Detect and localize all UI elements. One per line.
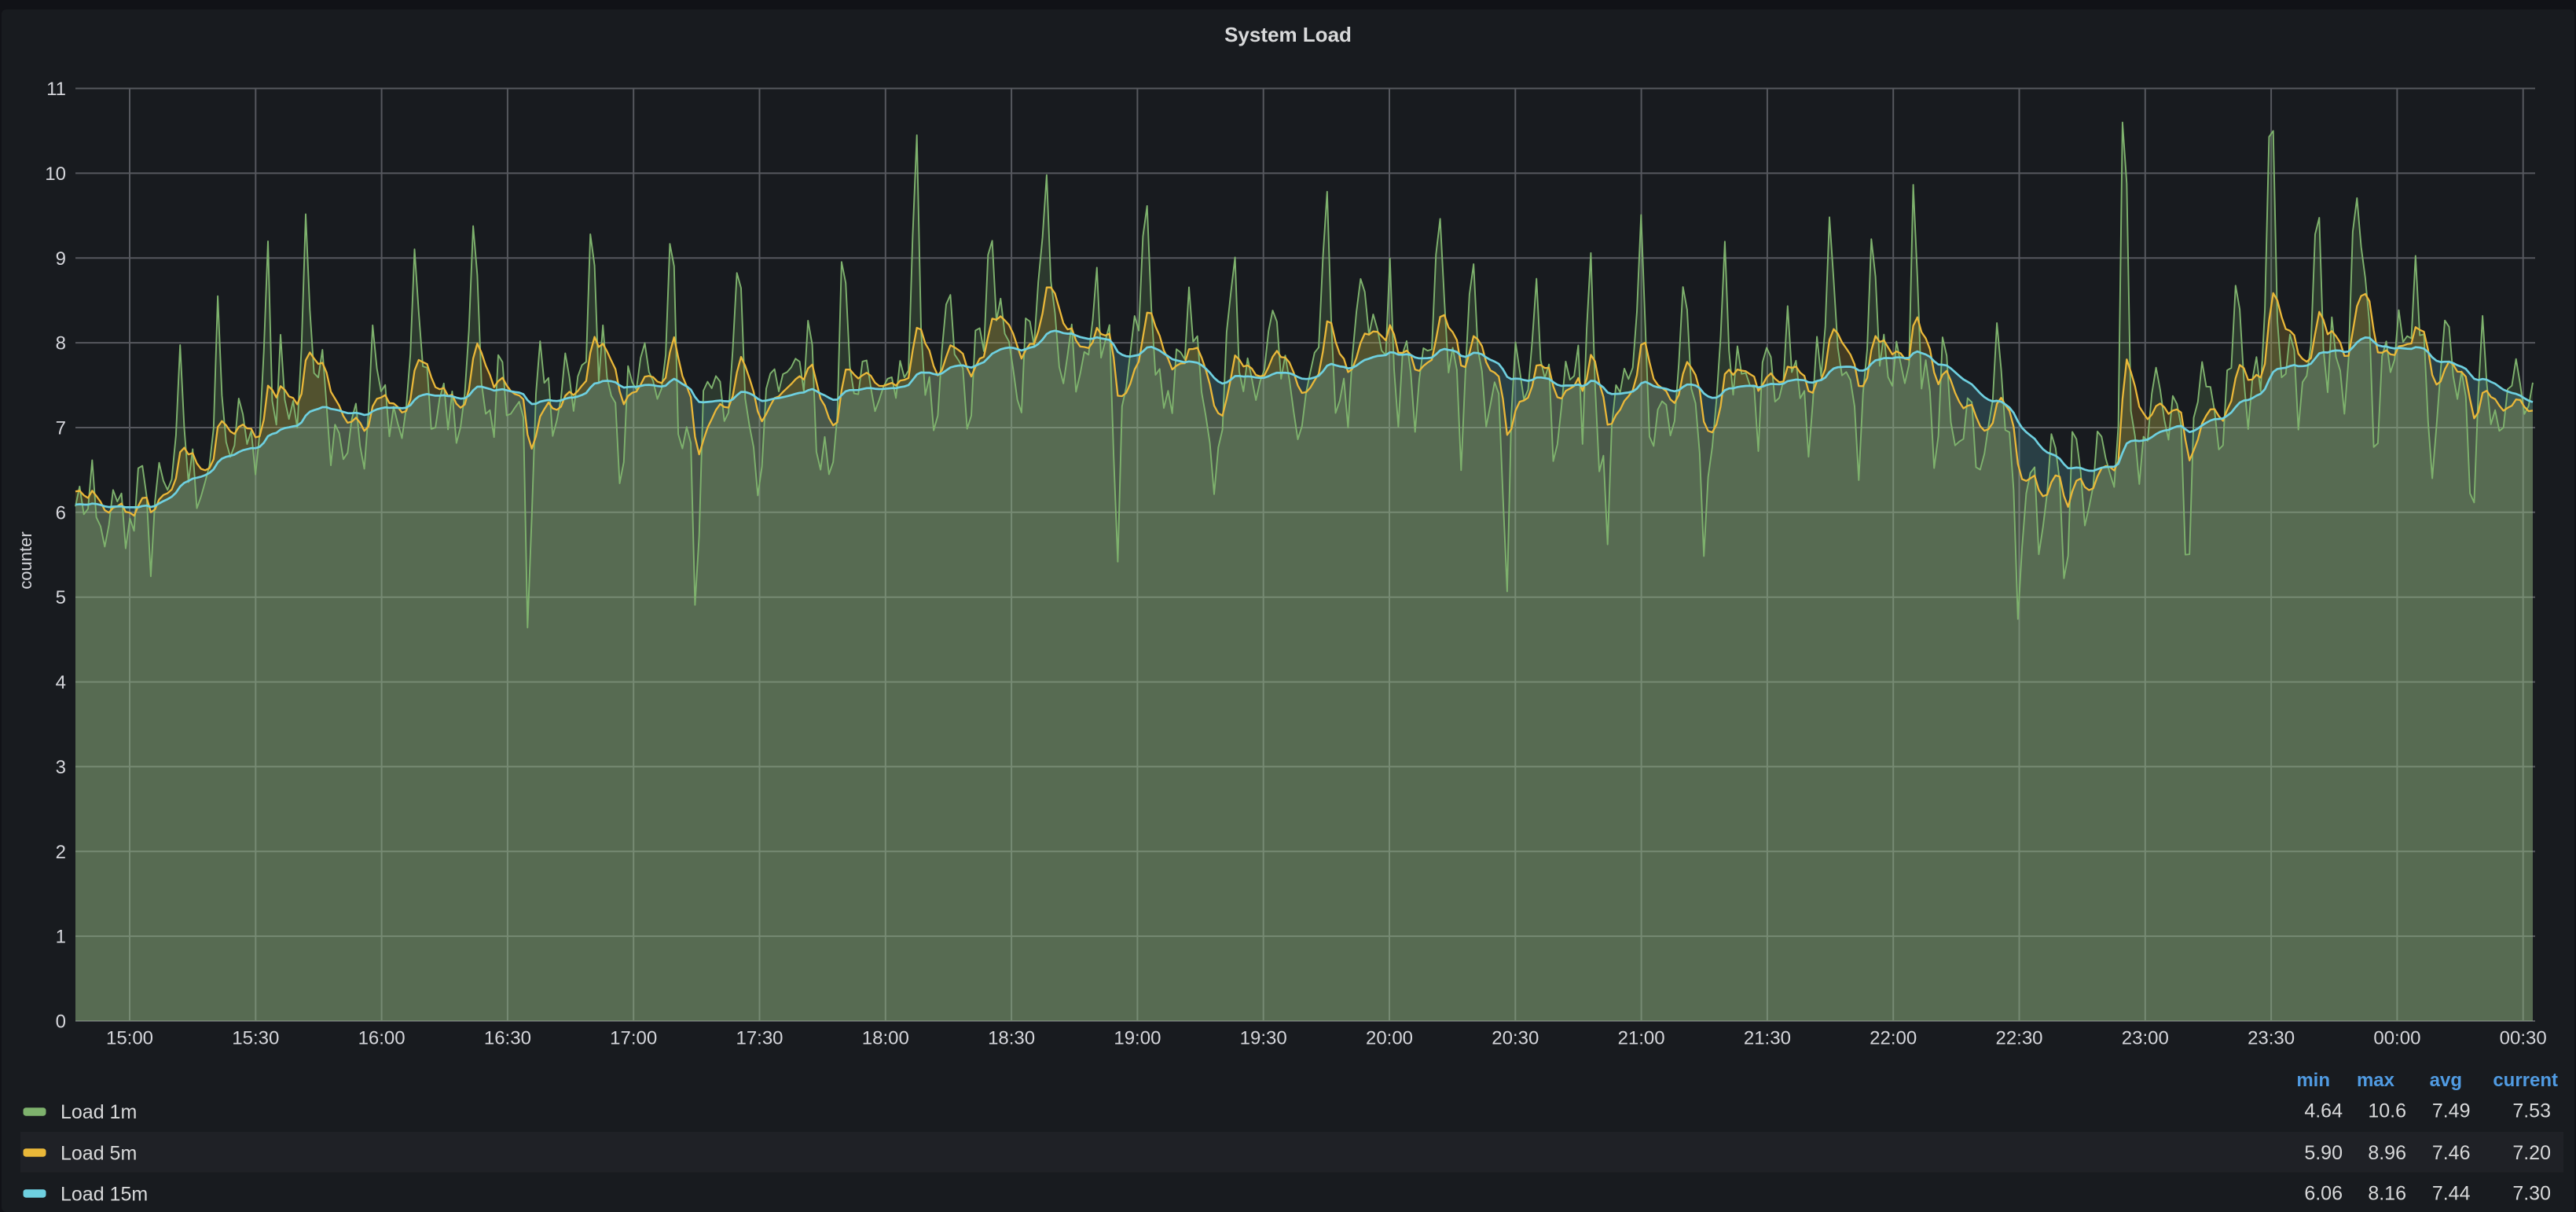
svg-text:23:00: 23:00 [2122, 1028, 2169, 1049]
svg-text:16:00: 16:00 [358, 1028, 405, 1049]
svg-text:17:30: 17:30 [736, 1028, 783, 1049]
svg-text:5.90: 5.90 [2304, 1142, 2343, 1164]
svg-text:System Load: System Load [1224, 23, 1352, 46]
svg-text:7.30: 7.30 [2512, 1183, 2551, 1205]
svg-text:10.6: 10.6 [2368, 1100, 2406, 1122]
svg-text:6: 6 [56, 502, 66, 523]
svg-text:7.20: 7.20 [2512, 1142, 2551, 1164]
svg-text:8.96: 8.96 [2368, 1142, 2406, 1164]
svg-text:21:30: 21:30 [1744, 1028, 1791, 1049]
svg-text:7.46: 7.46 [2432, 1142, 2471, 1164]
svg-text:21:00: 21:00 [1618, 1028, 1665, 1049]
svg-text:3: 3 [56, 757, 66, 778]
svg-text:18:00: 18:00 [862, 1028, 909, 1049]
svg-text:current: current [2493, 1070, 2558, 1091]
svg-text:22:00: 22:00 [1870, 1028, 1917, 1049]
svg-text:7.49: 7.49 [2432, 1100, 2471, 1122]
svg-text:10: 10 [45, 163, 66, 185]
svg-text:17:00: 17:00 [610, 1028, 657, 1049]
svg-text:8.16: 8.16 [2368, 1183, 2406, 1205]
svg-text:8: 8 [56, 333, 66, 354]
svg-text:counter: counter [16, 531, 35, 589]
svg-text:7.53: 7.53 [2512, 1100, 2551, 1122]
svg-text:Load 5m: Load 5m [61, 1143, 137, 1165]
svg-text:7.44: 7.44 [2432, 1183, 2471, 1205]
svg-text:23:30: 23:30 [2248, 1028, 2295, 1049]
svg-text:18:30: 18:30 [988, 1028, 1035, 1049]
svg-text:min: min [2296, 1070, 2330, 1091]
svg-text:Load 15m: Load 15m [61, 1184, 148, 1206]
svg-text:5: 5 [56, 587, 66, 608]
svg-text:max: max [2357, 1070, 2395, 1091]
svg-text:6.06: 6.06 [2304, 1183, 2343, 1205]
svg-text:avg: avg [2430, 1070, 2462, 1091]
svg-text:11: 11 [46, 79, 66, 100]
svg-text:22:30: 22:30 [1995, 1028, 2042, 1049]
svg-text:19:30: 19:30 [1240, 1028, 1287, 1049]
svg-text:20:00: 20:00 [1366, 1028, 1413, 1049]
svg-text:4: 4 [56, 672, 66, 693]
svg-text:00:30: 00:30 [2500, 1028, 2547, 1049]
svg-text:9: 9 [56, 248, 66, 270]
svg-text:7: 7 [56, 418, 66, 439]
svg-text:Load 1m: Load 1m [61, 1101, 137, 1123]
svg-text:20:30: 20:30 [1492, 1028, 1539, 1049]
svg-text:15:30: 15:30 [232, 1028, 279, 1049]
svg-text:15:00: 15:00 [106, 1028, 153, 1049]
svg-text:16:30: 16:30 [484, 1028, 531, 1049]
svg-text:2: 2 [56, 842, 66, 863]
svg-text:00:00: 00:00 [2373, 1028, 2420, 1049]
svg-text:19:00: 19:00 [1114, 1028, 1161, 1049]
svg-text:4.64: 4.64 [2304, 1100, 2343, 1122]
svg-text:1: 1 [56, 927, 66, 948]
svg-text:0: 0 [56, 1012, 66, 1033]
